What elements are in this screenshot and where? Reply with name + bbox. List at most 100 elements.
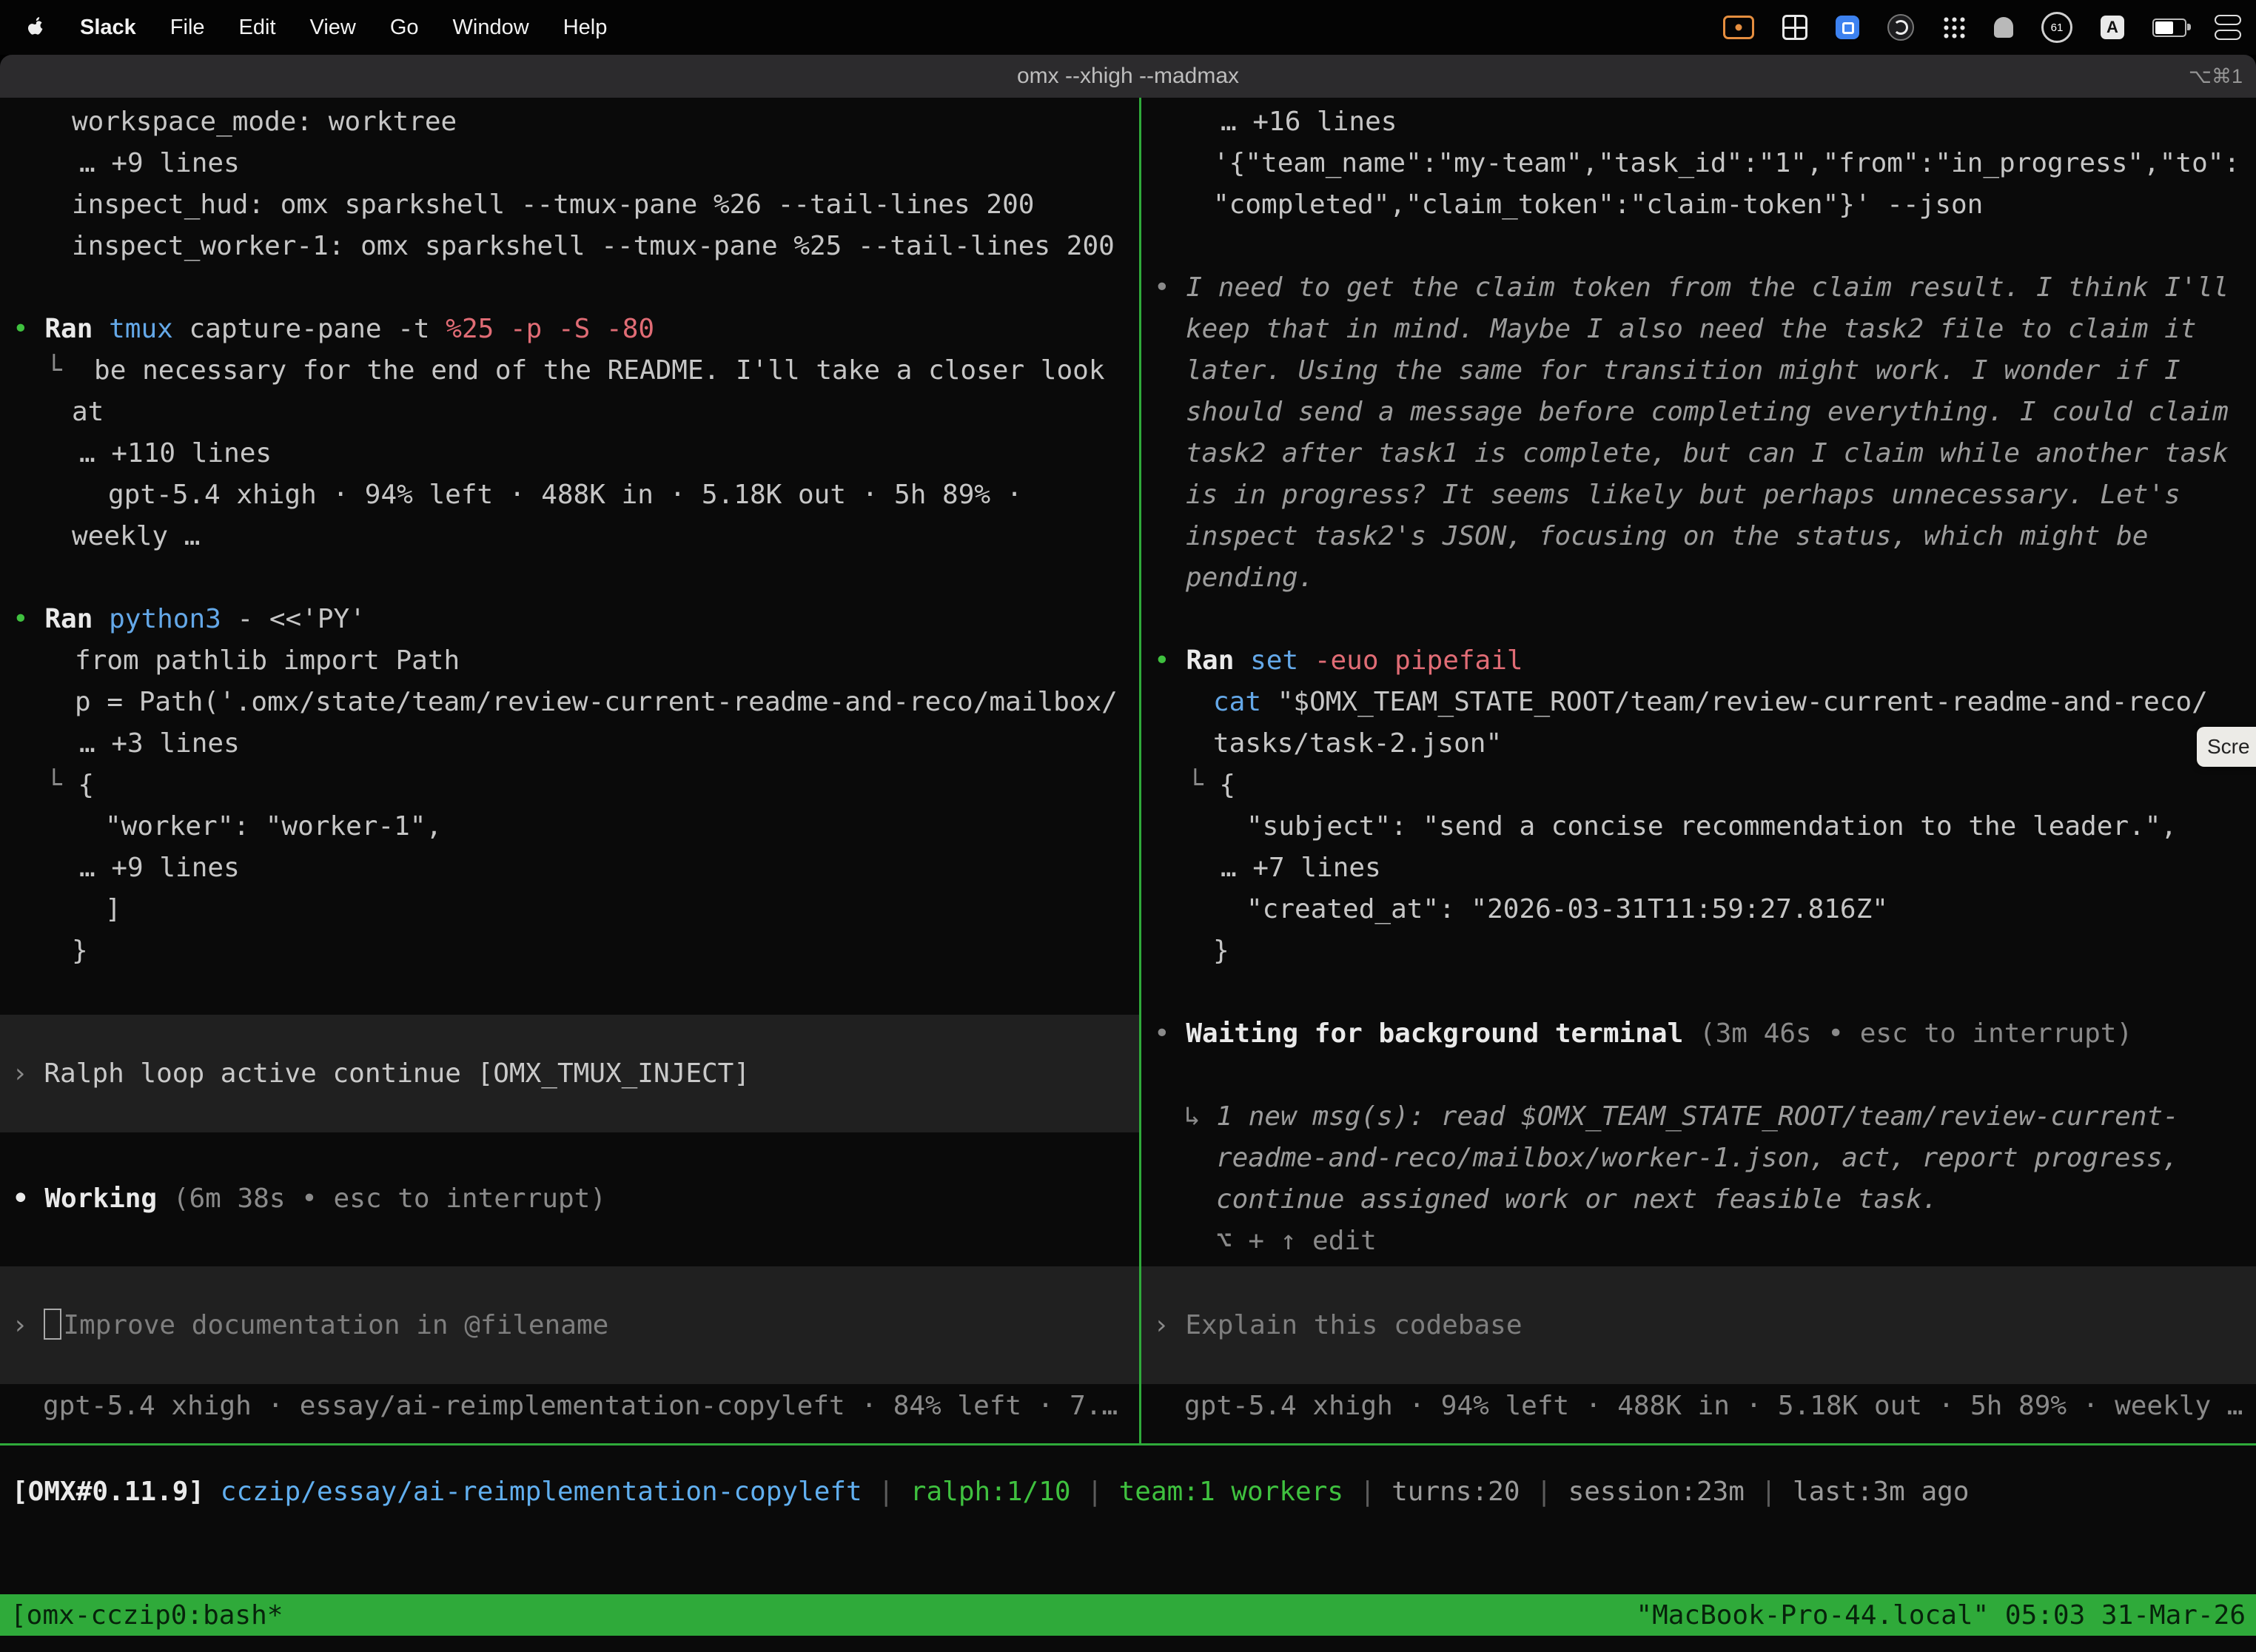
menu-window[interactable]: Window xyxy=(453,16,529,40)
command-args: tasks/task-2.json" xyxy=(1213,728,1502,759)
battery-icon[interactable] xyxy=(2152,19,2186,37)
command-args: "$OMX_TEAM_STATE_ROOT/team/review-curren… xyxy=(1278,687,2208,717)
omitted-lines-text: … +7 lines xyxy=(1221,853,1381,883)
terminal-line: … +9 lines xyxy=(0,847,1139,889)
composer-input[interactable]: › Improve documentation in @filename xyxy=(0,1266,1139,1384)
hud-separator: | xyxy=(878,1477,894,1507)
command-name: set xyxy=(1250,645,1298,676)
terminal-line: inspect task2's JSON, focusing on the st… xyxy=(1141,516,2256,557)
terminal-line: later. Using the same for transition mig… xyxy=(1141,350,2256,392)
hud-separator: | xyxy=(1360,1477,1376,1507)
ghost-icon[interactable] xyxy=(1994,17,2013,38)
output-text: at xyxy=(72,397,104,427)
menu-go[interactable]: Go xyxy=(390,16,419,40)
window-title-bar[interactable]: omx --xhigh --madmax ⌥⌘1 xyxy=(0,55,2256,98)
terminal-line: from pathlib import Path xyxy=(0,640,1139,682)
omitted-lines-text: … +9 lines xyxy=(79,853,240,883)
command-text: '{"team_name":"my-team","task_id":"1","f… xyxy=(1213,148,2240,178)
terminal-line: ⌥ + ↑ edit xyxy=(1141,1220,2256,1262)
terminal-line: └ { xyxy=(1141,765,2256,806)
command-text: "completed","claim_token":"claim-token"}… xyxy=(1213,189,1983,220)
omitted-lines-text: … +3 lines xyxy=(79,728,240,759)
terminal-line: p = Path('.omx/state/team/review-current… xyxy=(0,682,1139,723)
menu-view[interactable]: View xyxy=(310,16,356,40)
tmux-status-bar: [omx-cczip0:bash* "MacBook-Pro-44.local"… xyxy=(0,1594,2256,1636)
mailbox-note-text: continue assigned work or next feasible … xyxy=(1216,1184,1938,1215)
hud-project-path: cczip/essay/ai-reimplementation-copyleft xyxy=(221,1477,862,1507)
terminal-line: "completed","claim_token":"claim-token"}… xyxy=(1141,184,2256,226)
blue-app-icon[interactable] xyxy=(1836,16,1859,39)
output-text: ] xyxy=(105,894,121,924)
input-source-label: A xyxy=(2106,18,2118,37)
dark-circle-app-icon[interactable] xyxy=(1887,14,1914,41)
command-args: capture-pane -t xyxy=(189,314,429,344)
mailbox-note-text: readme-and-reco/mailbox/worker-1.json, a… xyxy=(1216,1143,2178,1173)
hud-session-time: session:23m xyxy=(1568,1477,1745,1507)
control-center-icon[interactable] xyxy=(2215,15,2241,40)
output-text: { xyxy=(1219,770,1235,800)
output-text: } xyxy=(72,936,88,966)
screen-capture-popup[interactable]: Scre xyxy=(2197,727,2256,767)
terminal-line: … +9 lines xyxy=(0,143,1139,184)
terminal-line xyxy=(1141,599,2256,640)
prompt-icon: › xyxy=(1153,1310,1169,1340)
output-text: } xyxy=(1213,936,1229,966)
prompt-icon: › xyxy=(12,1310,28,1340)
menu-edit[interactable]: Edit xyxy=(239,16,276,40)
terminal-line: weekly … xyxy=(0,516,1139,557)
hud-turns: turns:20 xyxy=(1391,1477,1520,1507)
hud-ralph-counter: ralph:1/10 xyxy=(910,1477,1071,1507)
ran-label: Ran xyxy=(44,604,93,634)
elbow-icon: └ xyxy=(1187,770,1203,800)
output-text: { xyxy=(78,770,94,800)
hud-separator: | xyxy=(1087,1477,1103,1507)
bullet-icon: • xyxy=(13,604,29,634)
left-terminal-pane[interactable]: workspace_mode: worktree … +9 lines insp… xyxy=(0,98,1139,1443)
composer-placeholder: Improve documentation in @filename xyxy=(63,1310,608,1340)
bullet-icon: • xyxy=(13,314,29,344)
hud-version: [OMX#0.11.9] xyxy=(12,1477,204,1507)
terminal-line: … +110 lines xyxy=(0,433,1139,474)
thinking-text: is in progress? It seems likely but perh… xyxy=(1186,480,2181,510)
waiting-status-line: • Waiting for background terminal (3m 46… xyxy=(1141,1013,2256,1055)
terminal-line: continue assigned work or next feasible … xyxy=(1141,1179,2256,1220)
ran-label: Ran xyxy=(1186,645,1234,676)
bullet-icon: • xyxy=(13,1183,29,1214)
thinking-text: inspect task2's JSON, focusing on the st… xyxy=(1186,521,2148,551)
window-tiling-icon[interactable] xyxy=(1782,15,1807,40)
edit-hint-text: ⌥ + ↑ edit xyxy=(1216,1226,1377,1256)
battery-percentage-ring[interactable]: 61 xyxy=(2041,12,2072,43)
menu-app-name[interactable]: Slack xyxy=(80,16,136,40)
screen-recording-indicator-icon[interactable] xyxy=(1723,16,1754,39)
bullet-icon: • xyxy=(1154,1018,1170,1049)
config-text: inspect_worker-1: omx sparkshell --tmux-… xyxy=(72,231,1115,261)
terminal-line: pending. xyxy=(1141,557,2256,599)
terminal-line: workspace_mode: worktree xyxy=(0,101,1139,143)
terminal-line: • I need to get the claim token from the… xyxy=(1141,267,2256,309)
elbow-icon: └ xyxy=(46,355,62,386)
waiting-meta: (3m 46s • esc to interrupt) xyxy=(1699,1018,2132,1049)
hud-team-workers: team:1 workers xyxy=(1119,1477,1343,1507)
pane-divider-horizontal[interactable] xyxy=(0,1443,2256,1446)
menu-file[interactable]: File xyxy=(170,16,205,40)
queued-message-bar[interactable]: › Ralph loop active continue [OMX_TMUX_I… xyxy=(0,1015,1139,1132)
dot-grid-icon[interactable] xyxy=(1942,16,1966,39)
config-text: inspect_hud: omx sparkshell --tmux-pane … xyxy=(72,189,1034,220)
hud-separator: | xyxy=(1761,1477,1777,1507)
apple-menu-icon[interactable] xyxy=(27,16,46,38)
composer-input[interactable]: › Explain this codebase xyxy=(1141,1266,2256,1384)
popup-text: Scre xyxy=(2207,735,2250,758)
output-text: "created_at": "2026-03-31T11:59:27.816Z" xyxy=(1246,894,1888,924)
command-args: - <<'PY' xyxy=(238,604,366,634)
terminal-line xyxy=(0,267,1139,309)
tmux-session-window-tab[interactable]: [omx-cczip0:bash* xyxy=(10,1600,283,1631)
elbow-icon: └ xyxy=(46,770,62,800)
command-flags: %25 -p -S -80 xyxy=(446,314,654,344)
terminal-line: tasks/task-2.json" xyxy=(1141,723,2256,765)
menu-help[interactable]: Help xyxy=(563,16,608,40)
right-terminal-pane[interactable]: … +16 lines '{"team_name":"my-team","tas… xyxy=(1141,98,2256,1443)
input-source-icon[interactable]: A xyxy=(2101,16,2124,39)
queued-message-text: Ralph loop active continue [OMX_TMUX_INJ… xyxy=(44,1058,750,1089)
thinking-text: I need to get the claim token from the c… xyxy=(1186,272,2229,303)
terminal-line: task2 after task1 is complete, but can I… xyxy=(1141,433,2256,474)
